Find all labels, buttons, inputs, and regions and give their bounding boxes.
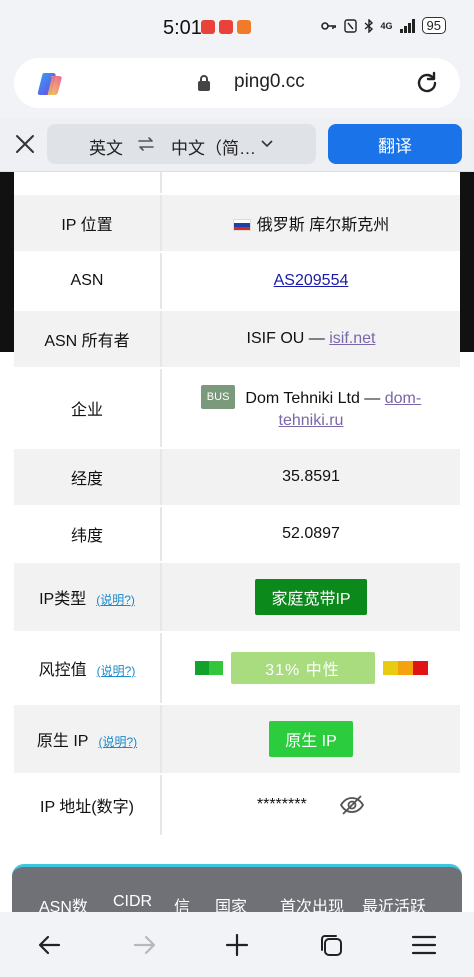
column-header: ASN数 [39, 899, 88, 912]
nfc-icon [343, 18, 357, 33]
key-icon [320, 21, 336, 30]
status-bar: 5:01 4G 95 [0, 0, 474, 52]
column-header: 最近活跃 [362, 899, 427, 912]
risk-meter: 31% 中性 [162, 652, 460, 684]
table-row: ASN 所有者 ISIF OU — isif.net [14, 310, 460, 369]
status-indicators: 4G 95 [320, 17, 446, 34]
row-label: 原生 IP [36, 733, 89, 750]
risk-low-segment [194, 661, 223, 675]
address-bar[interactable]: ping0.cc [14, 58, 460, 108]
row-label: IP 地址(数字) [14, 774, 162, 837]
app-notification-icon [201, 20, 215, 34]
chevron-down-icon[interactable] [261, 137, 273, 149]
lock-icon[interactable] [197, 74, 211, 92]
row-label: 风控值 [38, 662, 87, 679]
risk-score-bar: 31% 中性 [230, 652, 375, 684]
ip-numeric-value: ******** [256, 796, 307, 814]
signal-icon [399, 18, 415, 33]
company-name: Dom Tehniki Ltd — [245, 389, 385, 407]
bus-badge: BUS [200, 384, 236, 409]
row-label: 纬度 [14, 506, 162, 563]
new-tab-icon[interactable] [224, 932, 250, 958]
native-ip-badge: 原生 IP [269, 721, 353, 757]
asn-stats-card: ASN数 CIDR 信 国家 首次出现 最近活跃 [12, 864, 462, 912]
company-link[interactable]: dom- [385, 390, 421, 407]
bottom-nav [0, 912, 474, 977]
risk-high-segment [382, 661, 428, 675]
side-band [0, 172, 14, 352]
forward-icon[interactable] [131, 932, 157, 958]
close-icon[interactable] [14, 133, 36, 155]
ip-type-badge: 家庭宽带IP [255, 579, 367, 615]
target-language[interactable]: 中文（简… [171, 134, 256, 159]
longitude-value: 35.8591 [161, 448, 460, 507]
row-label: 企业 [14, 368, 162, 449]
help-link[interactable]: (说明?) [96, 593, 135, 607]
asn-owner-link[interactable]: isif.net [329, 330, 375, 347]
side-band [460, 172, 474, 352]
table-row: IP类型 (说明?) 家庭宽带IP [14, 562, 460, 633]
row-label: ASN [14, 252, 162, 311]
swap-icon[interactable] [137, 135, 155, 153]
page-content: IP 位置 俄罗斯 库尔斯克州 ASN AS209554 ASN 所有者 ISI… [0, 172, 474, 912]
company-link-cont[interactable]: tehniki.ru [279, 412, 344, 429]
table-row: 风控值 (说明?) 31% 中性 [14, 632, 460, 705]
app-notification-icon [219, 20, 233, 34]
translate-bar: 英文 中文（简… 翻译 [0, 118, 474, 172]
column-header: 信 [174, 899, 191, 912]
reload-icon[interactable] [414, 70, 440, 96]
language-selector[interactable]: 英文 中文（简… [47, 124, 316, 164]
source-language[interactable]: 英文 [89, 134, 123, 159]
column-header: CIDR [113, 893, 153, 910]
network-type: 4G [380, 20, 393, 31]
table-row: 原生 IP (说明?) 原生 IP [14, 704, 460, 775]
tabs-icon[interactable] [318, 932, 344, 958]
russia-flag-icon [232, 219, 251, 231]
column-header: 国家 [215, 899, 248, 912]
row-label: IP类型 [39, 591, 87, 608]
translate-button[interactable]: 翻译 [328, 124, 462, 164]
browser-toolbar: ping0.cc [0, 52, 474, 118]
ip-info-table: IP 位置 俄罗斯 库尔斯克州 ASN AS209554 ASN 所有者 ISI… [14, 172, 460, 837]
table-row-partial [14, 172, 460, 195]
back-icon[interactable] [37, 932, 63, 958]
asn-link[interactable]: AS209554 [274, 272, 349, 289]
column-header: 首次出现 [280, 899, 345, 912]
url-text[interactable]: ping0.cc [234, 71, 305, 93]
row-label: 经度 [14, 448, 162, 507]
row-label: ASN 所有者 [14, 310, 162, 369]
row-value: 俄罗斯 库尔斯克州 [161, 194, 460, 253]
bluetooth-icon [364, 18, 373, 33]
menu-icon[interactable] [411, 932, 437, 958]
latitude-value: 52.0897 [161, 506, 460, 563]
table-row: ASN AS209554 [14, 252, 460, 311]
table-row: 纬度 52.0897 [14, 506, 460, 563]
asn-owner-text: ISIF OU — [246, 330, 330, 347]
table-row: 企业 BUS Dom Tehniki Ltd — dom- tehniki.ru [14, 368, 460, 449]
eye-off-icon[interactable] [339, 794, 365, 816]
status-time: 5:01 [163, 17, 202, 39]
app-notification-icon [237, 20, 251, 34]
notification-icons [201, 20, 251, 34]
table-row: IP 位置 俄罗斯 库尔斯克州 [14, 194, 460, 253]
row-label: IP 位置 [14, 194, 162, 253]
help-link[interactable]: (说明?) [98, 735, 137, 749]
table-row: IP 地址(数字) ******** [14, 774, 460, 837]
battery-level: 95 [421, 17, 446, 34]
copilot-icon[interactable] [36, 70, 64, 98]
help-link[interactable]: (说明?) [97, 664, 136, 678]
table-row: 经度 35.8591 [14, 448, 460, 507]
